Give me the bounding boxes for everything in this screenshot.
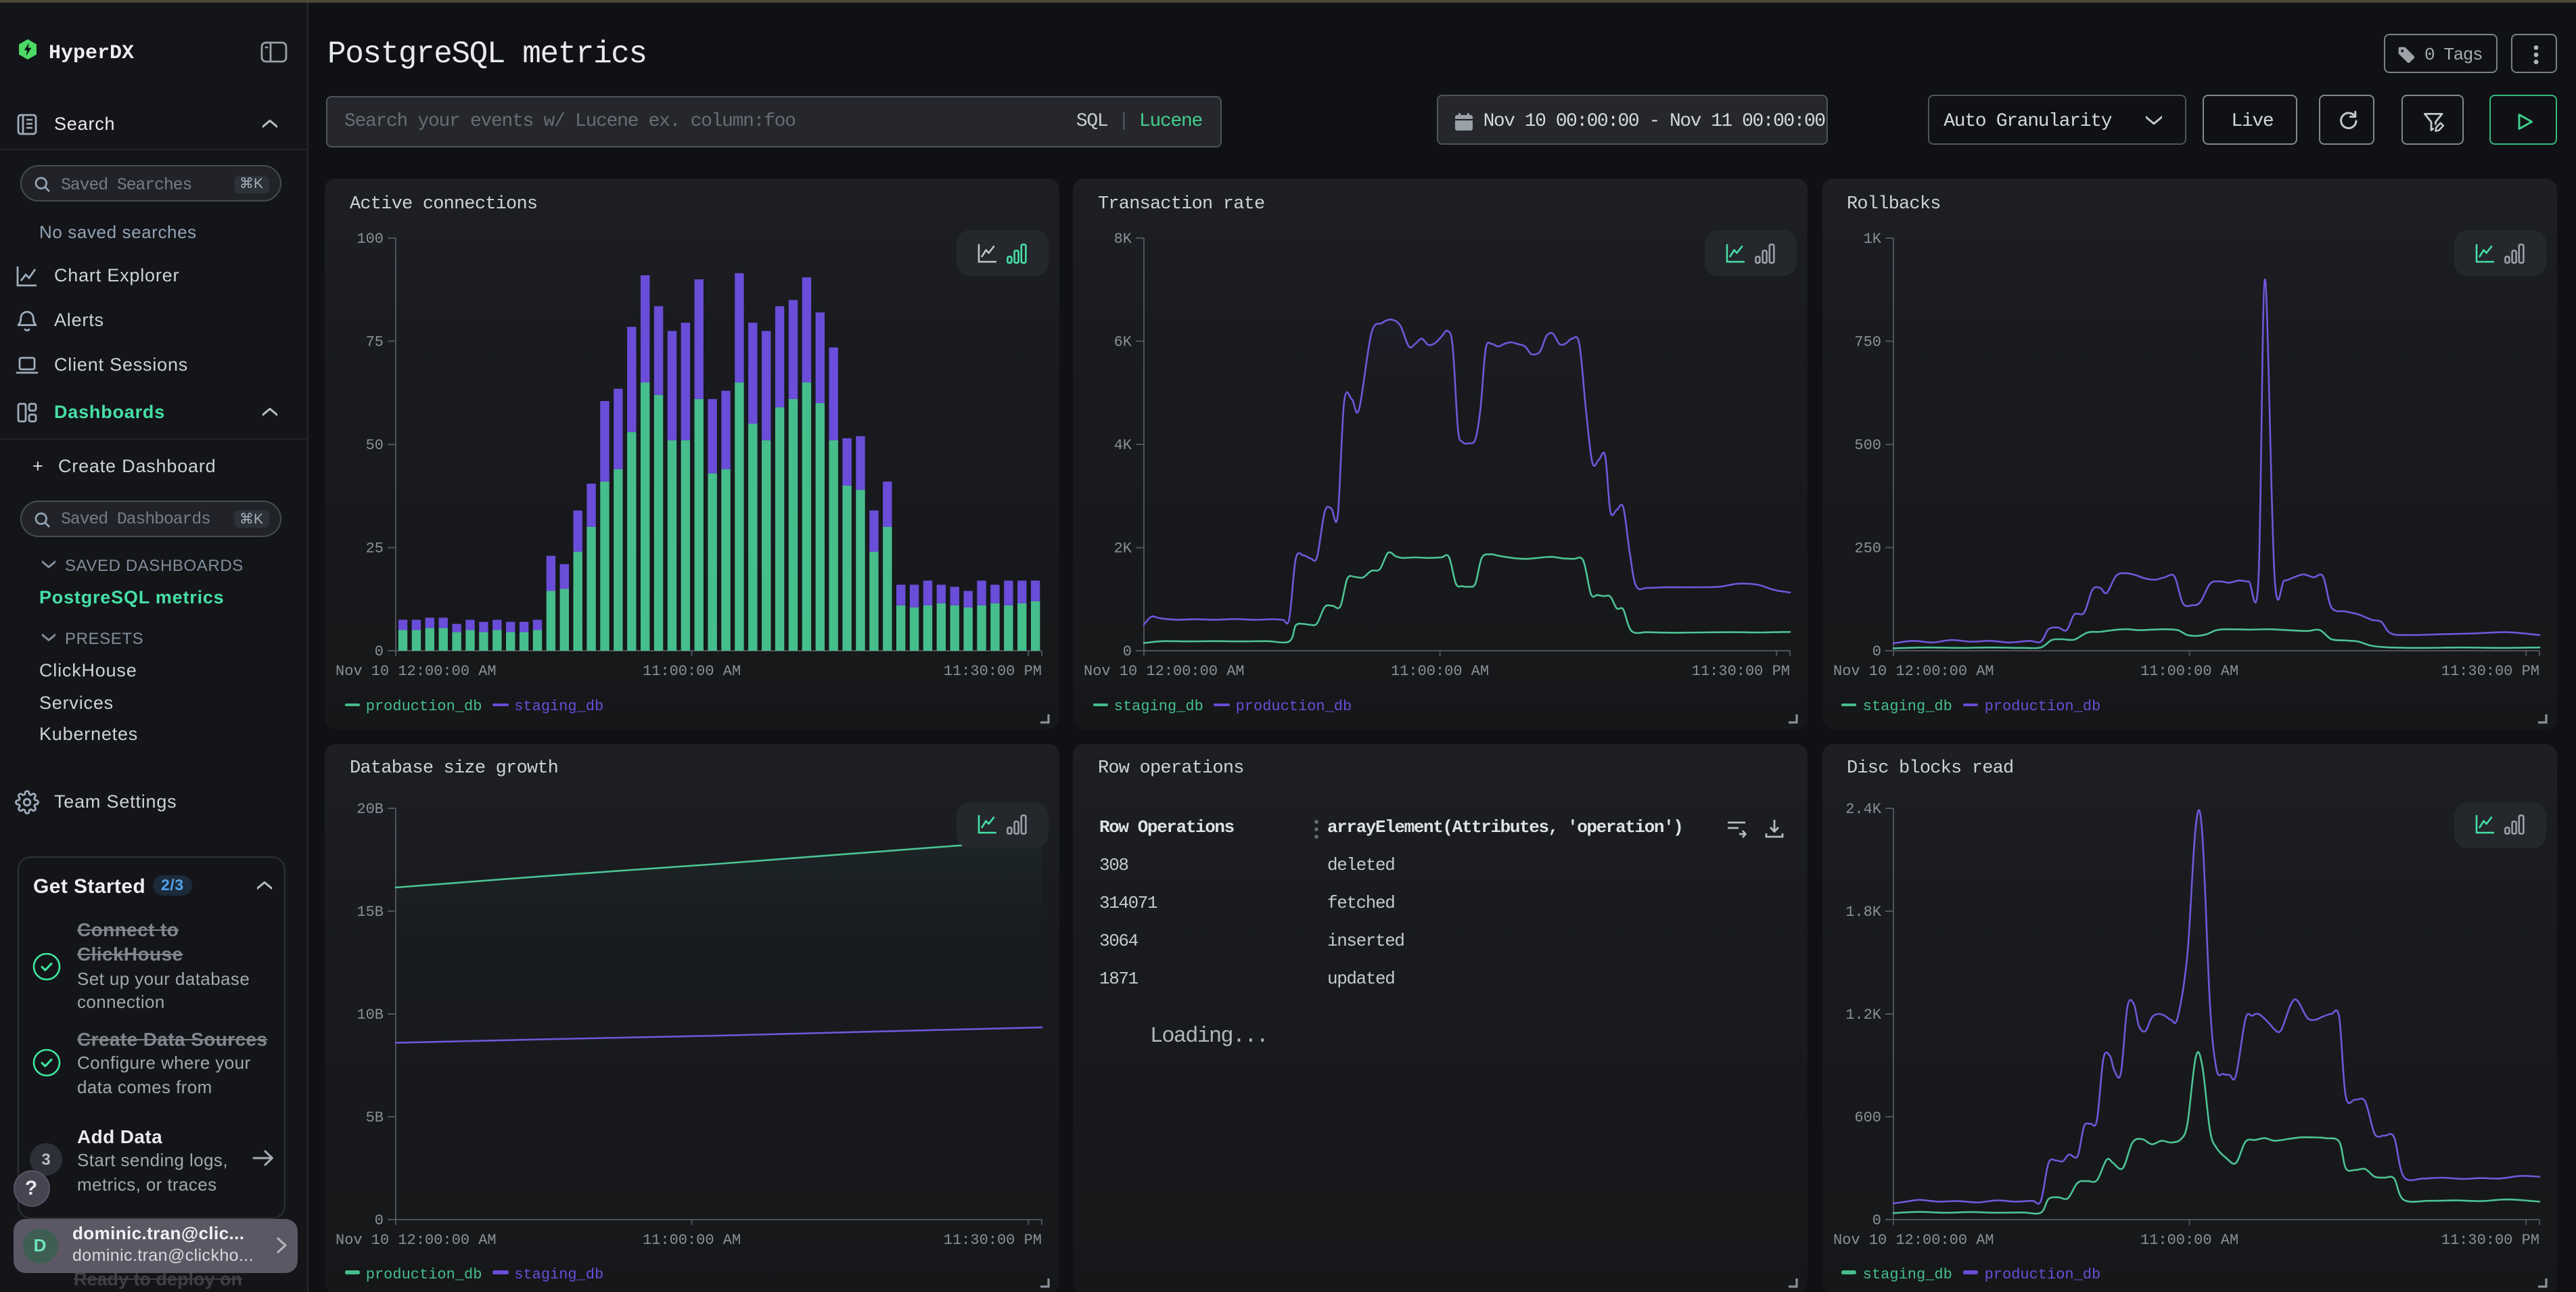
svg-text:Nov 10 12:00:00 AM: Nov 10 12:00:00 AM <box>1833 1231 1994 1248</box>
svg-text:11:00:00 AM: 11:00:00 AM <box>2140 663 2238 680</box>
svg-text:11:30:00 PM: 11:30:00 PM <box>1692 663 1790 680</box>
svg-text:Nov 10 12:00:00 AM: Nov 10 12:00:00 AM <box>1084 663 1245 680</box>
svg-text:0: 0 <box>375 1212 384 1228</box>
svg-text:4K: 4K <box>1114 437 1132 454</box>
svg-text:1K: 1K <box>1863 231 1881 248</box>
svg-text:0: 0 <box>1872 643 1881 660</box>
svg-text:10B: 10B <box>356 1006 384 1023</box>
svg-text:11:30:00 PM: 11:30:00 PM <box>944 1231 1042 1248</box>
svg-text:11:00:00 AM: 11:00:00 AM <box>643 663 741 680</box>
svg-text:2.4K: 2.4K <box>1845 800 1881 817</box>
svg-text:0: 0 <box>1123 643 1132 660</box>
svg-text:2K: 2K <box>1114 540 1132 557</box>
svg-text:Nov 10 12:00:00 AM: Nov 10 12:00:00 AM <box>336 663 497 680</box>
svg-text:1.8K: 1.8K <box>1845 903 1881 920</box>
svg-text:100: 100 <box>356 231 384 248</box>
svg-text:1.2K: 1.2K <box>1845 1006 1881 1023</box>
svg-text:500: 500 <box>1854 437 1881 454</box>
svg-text:11:00:00 AM: 11:00:00 AM <box>643 1231 741 1248</box>
svg-text:0: 0 <box>1872 1212 1881 1228</box>
svg-text:11:30:00 PM: 11:30:00 PM <box>2441 1231 2539 1248</box>
svg-text:50: 50 <box>366 437 384 454</box>
svg-text:Nov 10 12:00:00 AM: Nov 10 12:00:00 AM <box>336 1231 497 1248</box>
svg-text:250: 250 <box>1854 540 1881 557</box>
svg-text:0: 0 <box>375 643 384 660</box>
svg-text:20B: 20B <box>356 800 384 817</box>
svg-text:11:00:00 AM: 11:00:00 AM <box>2140 1231 2238 1248</box>
svg-text:11:30:00 PM: 11:30:00 PM <box>944 663 1042 680</box>
svg-text:Nov 10 12:00:00 AM: Nov 10 12:00:00 AM <box>1833 663 1994 680</box>
svg-text:600: 600 <box>1854 1109 1881 1126</box>
svg-text:11:00:00 AM: 11:00:00 AM <box>1391 663 1489 680</box>
svg-text:11:30:00 PM: 11:30:00 PM <box>2441 663 2539 680</box>
svg-text:750: 750 <box>1854 334 1881 351</box>
svg-text:75: 75 <box>366 334 384 351</box>
svg-text:5B: 5B <box>366 1109 384 1126</box>
svg-text:15B: 15B <box>356 903 384 920</box>
svg-text:25: 25 <box>366 540 384 557</box>
svg-text:6K: 6K <box>1114 334 1132 351</box>
svg-text:8K: 8K <box>1114 231 1132 248</box>
